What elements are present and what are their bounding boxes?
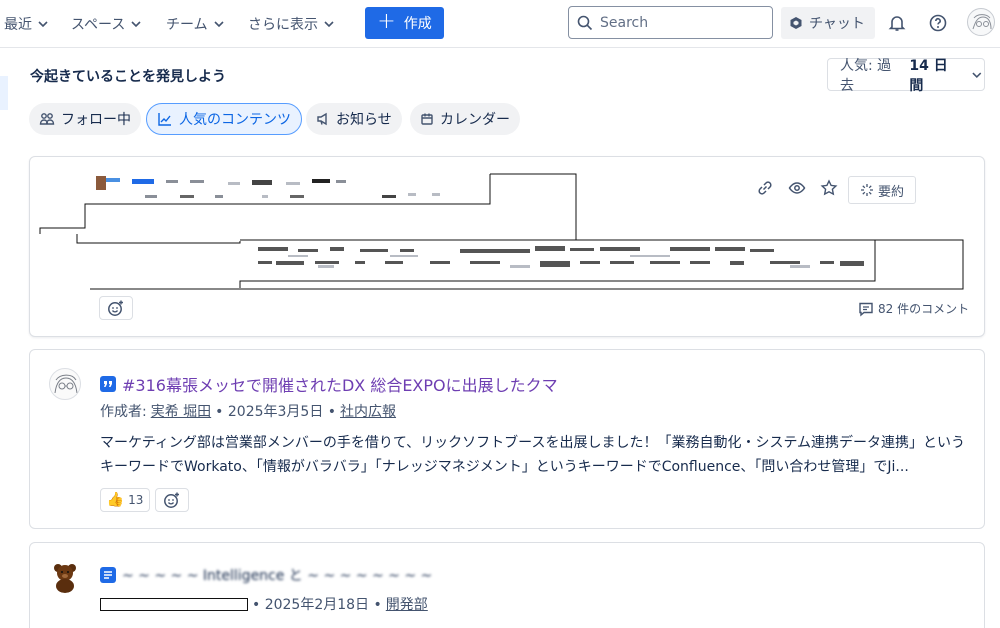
sort-value: 14 日間 [909, 57, 948, 94]
add-reaction-button[interactable] [99, 296, 133, 320]
sort-dropdown[interactable]: 人気: 過去 14 日間 [827, 58, 985, 94]
thumbs-up-icon: 👍 [106, 492, 125, 508]
avatar-sketch-icon [972, 14, 992, 30]
chip-following[interactable]: フォロー中 [29, 103, 141, 135]
author-prefix: 作成者: [100, 404, 147, 420]
chip-calendar-label: カレンダー [440, 112, 510, 128]
chip-following-label: フォロー中 [61, 112, 131, 128]
add-reaction-button[interactable] [155, 488, 189, 512]
search-icon [577, 15, 593, 30]
post-title-text: ~ ~ ~ ~ ~ Intelligence と ~ ~ ~ ~ ~ ~ ~ ~ [122, 568, 433, 584]
sort-label: 人気: 過去 [840, 57, 892, 94]
comment-count-label: 82 件のコメント [878, 302, 970, 316]
add-emoji-icon [164, 492, 179, 508]
nav-more[interactable]: さらに表示 [248, 13, 336, 35]
space-link[interactable]: 開発部 [386, 594, 428, 614]
chat-button[interactable]: チャット [781, 7, 875, 39]
page-icon [100, 567, 116, 583]
post-title-link[interactable]: #316幕張メッセで開催されたDX 総合EXPOに出展したクマ [100, 372, 558, 396]
trend-chart-icon [158, 113, 171, 126]
chip-announcements[interactable]: お知らせ [306, 103, 402, 135]
help-button[interactable] [926, 11, 950, 35]
chip-calendar[interactable]: カレンダー [410, 103, 520, 135]
bell-icon [888, 16, 906, 31]
eye-icon[interactable] [788, 179, 806, 197]
nav-teams[interactable]: チーム [166, 13, 226, 35]
redacted-content [39, 173, 964, 290]
people-icon [39, 113, 55, 125]
feed-card-redacted[interactable]: 要約 82 件のコメント [29, 156, 985, 337]
sidebar-collapsed-indicator[interactable] [0, 76, 8, 110]
plus-icon: + [377, 9, 396, 34]
star-icon[interactable] [820, 179, 838, 197]
post-date: • 2025年3月5日 • [215, 404, 337, 420]
chat-label: チャット [809, 16, 865, 32]
rovo-chat-icon [790, 17, 802, 29]
link-icon[interactable] [756, 179, 774, 197]
search-input[interactable] [600, 14, 760, 31]
nav-teams-label: チーム [166, 17, 208, 33]
teddy-bear-avatar-icon [54, 564, 76, 593]
post-title-text: #316幕張メッセで開催されたDX 総合EXPOに出展したクマ [122, 376, 558, 395]
author-avatar[interactable] [49, 561, 81, 593]
avatar-sketch-icon [54, 374, 78, 394]
nav-recent-label: 最近 [4, 17, 32, 33]
author-avatar[interactable] [49, 368, 81, 400]
megaphone-icon [317, 112, 327, 126]
notifications-button[interactable] [885, 11, 909, 35]
nav-spaces[interactable]: スペース [71, 13, 143, 35]
help-icon [929, 14, 947, 32]
feed-title: 今起きていることを発見しよう [30, 69, 226, 85]
thumbs-up-reaction[interactable]: 👍 13 [100, 488, 150, 512]
chevron-down-icon [38, 21, 48, 28]
summarize-button[interactable]: 要約 [848, 176, 916, 204]
create-label: 作成 [403, 16, 432, 32]
card-action-group [756, 179, 838, 197]
sparkle-icon [860, 184, 873, 196]
create-button[interactable]: + 作成 [365, 7, 444, 39]
chip-announcements-label: お知らせ [336, 112, 392, 128]
space-link[interactable]: 社内広報 [340, 401, 396, 421]
calendar-icon [421, 113, 433, 125]
nav-more-label: さらに表示 [248, 17, 318, 33]
post-title-link[interactable]: ~ ~ ~ ~ ~ Intelligence と ~ ~ ~ ~ ~ ~ ~ ~ [100, 565, 432, 585]
chevron-down-icon [131, 21, 141, 28]
search-box[interactable] [568, 6, 773, 39]
chevron-down-icon [324, 21, 334, 28]
chip-popular[interactable]: 人気のコンテンツ [146, 103, 302, 135]
post-date: • 2025年2月18日 • [252, 597, 382, 613]
feed-card-page[interactable]: ~ ~ ~ ~ ~ Intelligence と ~ ~ ~ ~ ~ ~ ~ ~… [29, 542, 985, 628]
post-meta: • 2025年2月18日 • 開発部 [100, 594, 428, 614]
add-emoji-icon [108, 300, 123, 316]
comment-count[interactable]: 82 件のコメント [858, 300, 969, 317]
chip-popular-label: 人気のコンテンツ [179, 112, 291, 128]
chevron-down-icon [972, 72, 982, 78]
author-link[interactable]: 実希 堀田 [151, 401, 211, 421]
nav-recent[interactable]: 最近 [4, 13, 50, 35]
summarize-label: 要約 [877, 184, 904, 200]
like-count: 13 [128, 493, 144, 507]
redacted-author [100, 598, 248, 611]
feed-card-blogpost[interactable]: #316幕張メッセで開催されたDX 総合EXPOに出展したクマ 作成者: 実希 … [29, 349, 985, 529]
post-meta: 作成者: 実希 堀田 • 2025年3月5日 • 社内広報 [100, 401, 396, 421]
comment-icon [859, 302, 873, 316]
chevron-down-icon [214, 21, 224, 28]
nav-spaces-label: スペース [71, 17, 126, 33]
post-excerpt: マーケティング部は営業部メンバーの手を借りて、リックソフトブースを出展しました！… [100, 435, 966, 475]
user-avatar[interactable] [967, 8, 995, 36]
top-navigation-bar: 最近 スペース チーム さらに表示 + 作成 チャット [0, 0, 1000, 48]
quote-blog-icon [100, 376, 116, 392]
